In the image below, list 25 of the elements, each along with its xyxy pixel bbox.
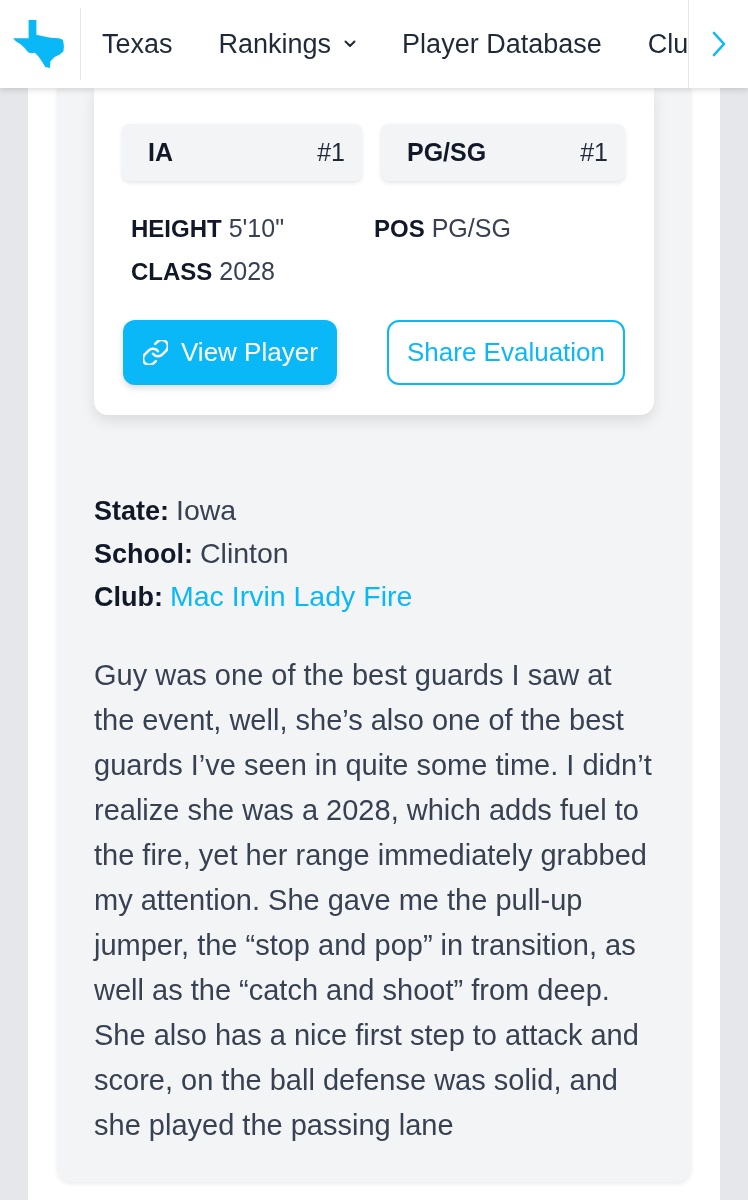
stat-label: HEIGHT [131,215,222,243]
rank-value: #1 [317,138,345,167]
stat-value: PG/SG [431,214,511,243]
evaluation-text: Guy was one of the best guards I saw at the event, well, she’s also one of the best guards I’ve seen in quite some time. I didn’t realize she was a 2028, which adds fuel to the fire, yet her range immediately grabbed my attention. She gave me the pull-up jumper, the “stop and pop” in transition, as well as the “catch and shoot” from deep. She also has a nice first step to attack and score, on the ball defense was solid, and she played the passing lane [94,658,653,1143]
link-icon [143,340,168,365]
scroll-right-button[interactable] [688,0,748,88]
nav-link[interactable]: Texas [102,28,173,60]
nav-link[interactable]: Clu [647,28,688,60]
stat-value: 2028 [219,257,275,286]
detail-label: School: [94,539,193,571]
detail-label: State: [94,496,169,528]
caret-down-icon [344,40,357,48]
rank-label: PG/SG [407,138,487,167]
stat-value: 5'10" [228,214,285,243]
rank-value: #1 [580,138,608,167]
texas-map-icon[interactable] [13,20,65,68]
stat-label: CLASS [131,258,213,286]
detail-value: Clinton [200,537,289,570]
rank-label: IA [148,138,173,167]
detail-label: Club: [94,582,163,614]
stat-label: POS [374,215,425,243]
detail-value: Iowa [176,494,237,527]
nav-link[interactable]: Rankings [218,28,357,60]
nav-link[interactable]: Player Database [402,28,602,60]
chevron-right-icon [711,31,726,57]
